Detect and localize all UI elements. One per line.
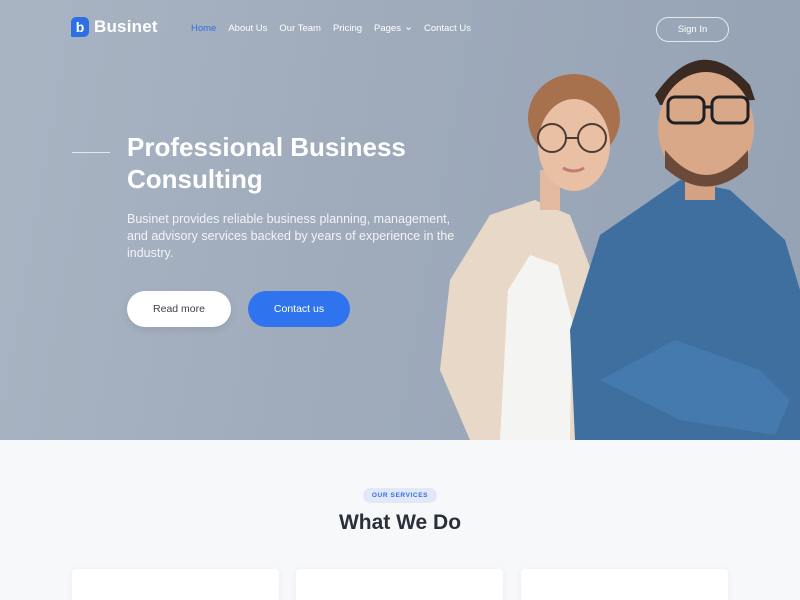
service-card[interactable] <box>296 569 503 600</box>
main-menu: Home About Us Our Team Pricing Pages Con… <box>191 23 483 34</box>
hero-title: Professional Business Consulting <box>127 132 406 194</box>
hero-section: b Businet Home About Us Our Team Pricing… <box>0 0 800 440</box>
title-accent-line <box>72 152 110 153</box>
service-card[interactable] <box>521 569 728 600</box>
logo-mark-icon: b <box>71 17 89 37</box>
brand-name: Businet <box>94 17 158 36</box>
nav-item-pages[interactable]: Pages <box>374 23 412 34</box>
contact-us-button[interactable]: Contact us <box>248 291 350 327</box>
nav-item-about-us[interactable]: About Us <box>228 23 267 34</box>
brand-logo[interactable]: b Businet <box>71 17 158 37</box>
service-card[interactable] <box>72 569 279 600</box>
section-badge: OUR SERVICES <box>363 488 437 503</box>
section-title: What We Do <box>338 511 462 534</box>
chevron-down-icon <box>406 27 411 31</box>
sign-in-button[interactable]: Sign In <box>656 17 729 42</box>
nav-item-our-team[interactable]: Our Team <box>279 23 321 34</box>
hero-people-image <box>440 59 800 440</box>
read-more-button[interactable]: Read more <box>127 291 231 327</box>
nav-item-pages-label: Pages <box>374 23 401 34</box>
hero-description: Businet provides reliable business plann… <box>127 212 455 260</box>
nav-item-pricing[interactable]: Pricing <box>333 23 362 34</box>
nav-item-contact-us[interactable]: Contact Us <box>424 23 471 34</box>
nav-item-home[interactable]: Home <box>191 23 216 34</box>
services-section: OUR SERVICES What We Do <box>0 440 800 600</box>
